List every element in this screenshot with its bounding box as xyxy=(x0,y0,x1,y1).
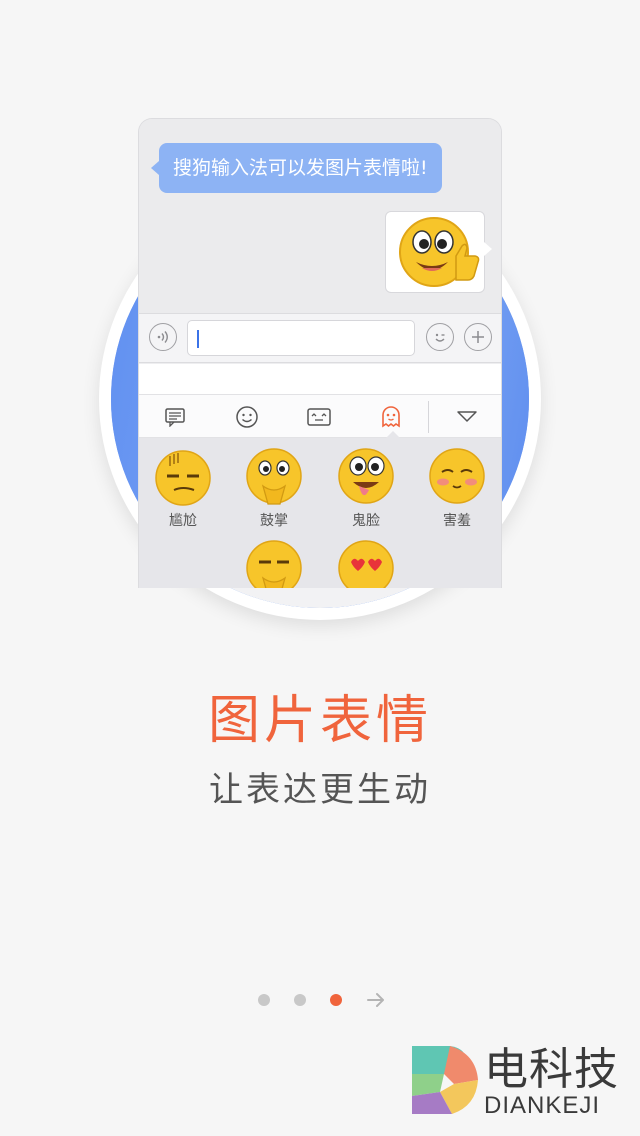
watermark-logo: 电科技 DIANKEJI xyxy=(410,1044,630,1120)
diankeji-logo-icon xyxy=(412,1046,478,1114)
add-button[interactable] xyxy=(464,323,492,351)
page-title: 图片表情 xyxy=(207,691,432,751)
emoji-button[interactable] xyxy=(426,323,454,351)
text-caret xyxy=(197,330,199,348)
illustration: 搜狗输入法可以发图片表情啦! 尴尬 鼓掌 鬼脸 害羞 xyxy=(0,0,640,620)
page-indicator xyxy=(254,988,394,1012)
smiley-icon xyxy=(236,406,258,428)
sticker-item[interactable]: 鼓掌 xyxy=(233,442,315,534)
sticker-label: 鼓掌 xyxy=(260,513,288,529)
keyboard-candidate-bar xyxy=(139,364,501,394)
kaomoji-icon xyxy=(307,408,331,426)
next-button[interactable] xyxy=(364,988,388,1012)
chat-text-input[interactable] xyxy=(187,320,415,356)
sticker-label: 害羞 xyxy=(443,513,471,529)
page-subtitle: 让表达更生动 xyxy=(209,770,431,810)
page-dot[interactable] xyxy=(258,994,270,1006)
text-message-icon xyxy=(165,408,185,427)
funny-face-sticker-icon xyxy=(338,448,394,504)
applause-sticker-icon xyxy=(246,448,302,505)
page-dot[interactable] xyxy=(294,994,306,1006)
collapse-keyboard-button[interactable] xyxy=(431,395,501,439)
page-dot-active[interactable] xyxy=(330,994,342,1006)
chat-area: 搜狗输入法可以发图片表情啦! xyxy=(139,119,501,313)
sticker-item[interactable] xyxy=(233,534,315,588)
voice-icon xyxy=(157,331,168,343)
sticker-grid: 尴尬 鼓掌 鬼脸 害羞 xyxy=(139,438,501,588)
voice-button[interactable] xyxy=(149,323,177,351)
phone-mockup: 搜狗输入法可以发图片表情啦! 尴尬 鼓掌 鬼脸 害羞 xyxy=(138,118,502,588)
chat-input-bar xyxy=(139,313,501,363)
sticker-item[interactable]: 害羞 xyxy=(416,442,498,534)
tab-smiley[interactable] xyxy=(211,395,283,439)
tab-kaomoji[interactable] xyxy=(283,395,355,439)
sticker-item[interactable] xyxy=(325,534,407,588)
keyboard-tab-bar xyxy=(139,394,501,439)
wink-emoji-icon xyxy=(435,333,445,342)
outgoing-sticker-bubble xyxy=(385,211,492,293)
logo-text-cn: 电科技 xyxy=(484,1044,619,1095)
heart-eyes-sticker-icon xyxy=(338,540,394,588)
sticker-label: 尴尬 xyxy=(169,513,197,529)
sticker-label: 鬼脸 xyxy=(352,513,380,529)
sticker-item[interactable]: 鬼脸 xyxy=(325,442,407,534)
shy-sticker-icon xyxy=(429,448,485,504)
incoming-message-bubble: 搜狗输入法可以发图片表情啦! xyxy=(151,143,442,193)
tab-text-message[interactable] xyxy=(139,395,211,439)
tab-divider xyxy=(428,401,429,433)
ghost-icon xyxy=(382,406,400,428)
thumbs-up-smiley-sticker-icon xyxy=(399,217,480,287)
logo-text-en: DIANKEJI xyxy=(484,1092,601,1119)
smug-sticker-icon xyxy=(246,540,302,588)
plus-icon xyxy=(472,331,484,343)
awkward-sticker-icon xyxy=(155,450,211,506)
sticker-item[interactable]: 尴尬 xyxy=(142,442,224,534)
arrow-right-icon xyxy=(367,993,384,1007)
collapse-triangle-icon xyxy=(457,411,477,422)
